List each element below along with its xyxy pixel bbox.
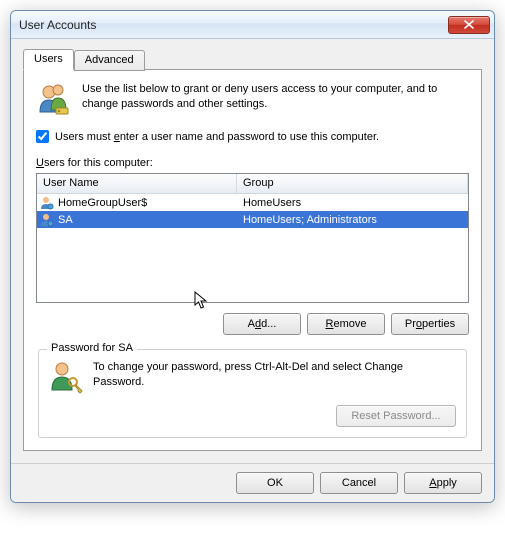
listview-body: HomeGroupUser$ HomeUsers SA HomeUsers; A… [37, 194, 468, 228]
column-username[interactable]: User Name [37, 174, 237, 193]
remove-button[interactable]: Remove [307, 313, 385, 335]
password-groupbox: Password for SA To change your password,… [38, 349, 467, 438]
listview-header[interactable]: User Name Group [37, 174, 468, 194]
user-key-icon [49, 360, 83, 397]
group-cell: HomeUsers; Administrators [237, 214, 468, 226]
user-accounts-dialog: User Accounts Users Advanced [10, 10, 495, 503]
ok-button[interactable]: OK [236, 472, 314, 494]
properties-button[interactable]: Properties [391, 313, 469, 335]
window-title: User Accounts [19, 18, 448, 32]
client-area: Users Advanced Use the list below to gra… [11, 39, 494, 463]
require-login-checkbox[interactable] [36, 130, 49, 143]
intro-text: Use the list below to grant or deny user… [82, 82, 469, 118]
dialog-footer: OK Cancel Apply [11, 463, 494, 502]
reset-password-button: Reset Password... [336, 405, 456, 427]
apply-button[interactable]: Apply [404, 472, 482, 494]
column-group[interactable]: Group [237, 174, 468, 193]
cancel-button[interactable]: Cancel [320, 472, 398, 494]
close-icon [464, 20, 474, 29]
user-buttons-row: Add... Remove Properties [36, 313, 469, 335]
group-cell: HomeUsers [237, 197, 468, 209]
password-legend: Password for SA [47, 342, 137, 354]
users-keys-icon [36, 82, 72, 118]
user-icon [40, 213, 54, 227]
tab-advanced[interactable]: Advanced [74, 50, 145, 71]
tabstrip: Users Advanced [23, 49, 482, 70]
user-icon [40, 196, 54, 210]
users-panel: Use the list below to grant or deny user… [23, 69, 482, 451]
username-cell: SA [58, 214, 73, 226]
titlebar[interactable]: User Accounts [11, 11, 494, 39]
add-button[interactable]: Add... [223, 313, 301, 335]
users-listview[interactable]: User Name Group HomeGroupUser$ HomeUsers [36, 173, 469, 303]
tab-users[interactable]: Users [23, 49, 74, 70]
username-cell: HomeGroupUser$ [58, 197, 147, 209]
table-row[interactable]: HomeGroupUser$ HomeUsers [37, 194, 468, 211]
password-text: To change your password, press Ctrl-Alt-… [93, 360, 456, 390]
users-list-label: Users for this computer: [36, 157, 469, 169]
require-login-checkbox-row[interactable]: Users must enter a user name and passwor… [36, 130, 469, 143]
intro-row: Use the list below to grant or deny user… [36, 82, 469, 118]
close-button[interactable] [448, 16, 490, 34]
table-row[interactable]: SA HomeUsers; Administrators [37, 211, 468, 228]
